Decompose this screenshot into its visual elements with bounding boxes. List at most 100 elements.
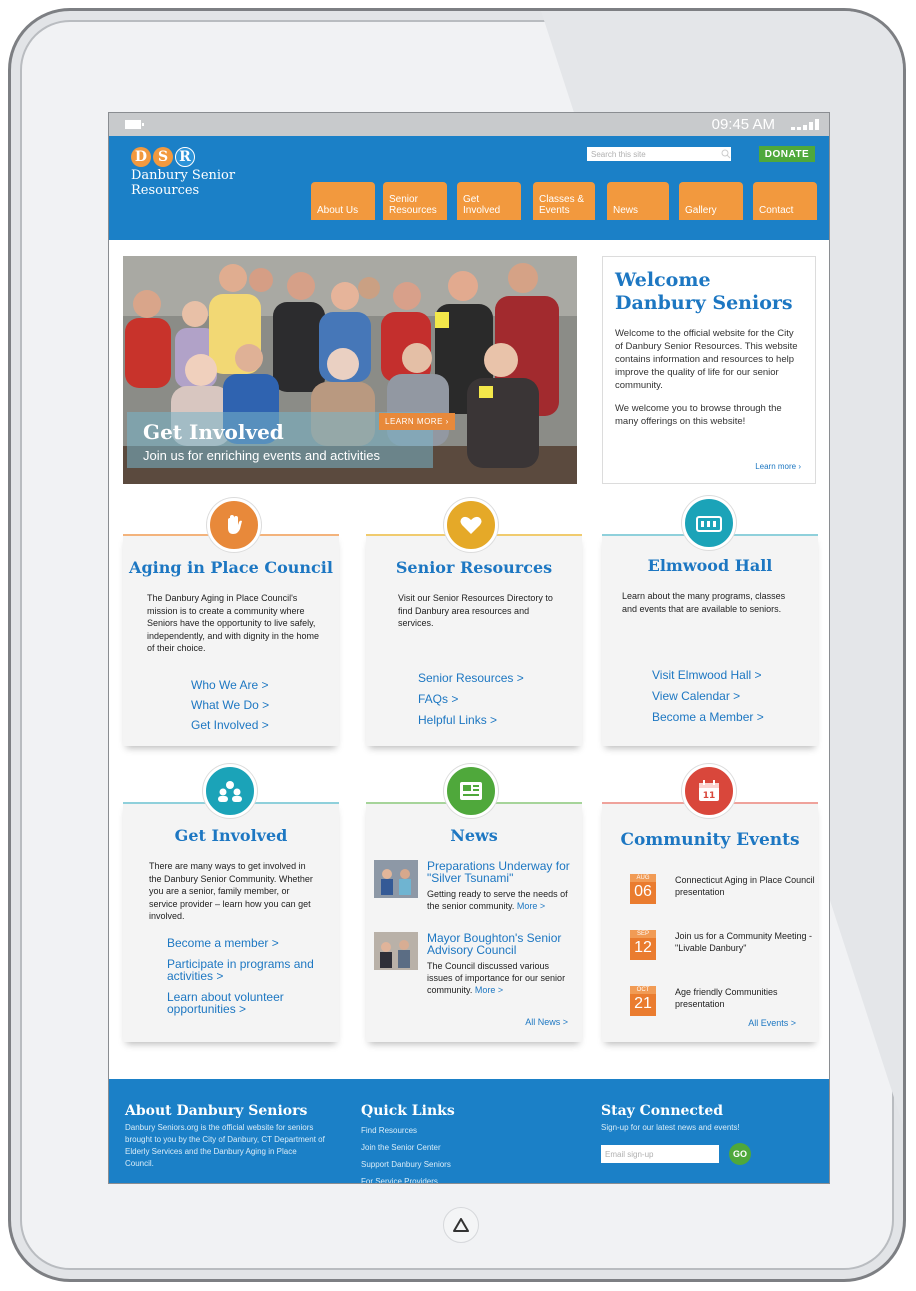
footer-about-title: About Danbury Seniors — [125, 1103, 308, 1119]
building-icon — [682, 496, 736, 550]
footer-about: About Danbury Seniors Danbury Seniors.or… — [125, 1103, 325, 1170]
footer-quick-links: Quick Links Find Resources Join the Seni… — [361, 1103, 511, 1183]
link-all-news[interactable]: All News > — [525, 1017, 568, 1027]
card-resources-body: Visit our Senior Resources Directory to … — [398, 593, 553, 628]
donate-button[interactable]: DONATE — [759, 146, 815, 162]
card-resources-title: Senior Resources — [395, 558, 553, 577]
logo-name-line1: Danbury Senior — [131, 168, 236, 183]
news-item-1[interactable]: Preparations Underway for "Silver Tsunam… — [374, 860, 574, 916]
welcome-paragraph-2: We welcome you to browse through the man… — [615, 403, 782, 427]
footer-about-text: Danbury Seniors.org is the official webs… — [125, 1123, 325, 1168]
event-text-2[interactable]: Join us for a Community Meeting - "Livab… — [675, 930, 815, 954]
footer-stay-connected: Stay Connected Sign-up for our latest ne… — [601, 1103, 801, 1183]
card-elmwood-hall: Elmwood Hall Learn about the many progra… — [602, 496, 818, 746]
card-aging-body: The Danbury Aging in Place Council's mis… — [147, 593, 319, 653]
status-time: 09:45 AM — [711, 116, 775, 133]
footer-link-service-providers[interactable]: For Service Providers — [361, 1173, 511, 1183]
link-all-events[interactable]: All Events > — [748, 1018, 796, 1028]
search-icon[interactable] — [721, 149, 731, 159]
battery-icon — [125, 120, 144, 129]
footer-link-find-resources[interactable]: Find Resources — [361, 1122, 511, 1139]
link-become-a-member[interactable]: Become a member > — [167, 936, 279, 950]
event-day-2: 12 — [634, 939, 652, 956]
footer-stay-title: Stay Connected — [601, 1103, 724, 1119]
heart-icon — [444, 498, 498, 552]
card-senior-resources: Senior Resources Visit our Senior Resour… — [366, 498, 582, 746]
event-text-1[interactable]: Connecticut Aging in Place Council prese… — [675, 874, 815, 898]
footer-stay-text: Sign-up for our latest news and events! — [601, 1123, 740, 1132]
news-thumbnail-1 — [374, 860, 418, 898]
card-aging-title: Aging in Place Council — [129, 558, 333, 577]
site-header: D S R Danbury Senior Resources Search th… — [109, 136, 829, 240]
news-text-1-body: Getting ready to serve the needs of the … — [427, 889, 568, 911]
search-placeholder: Search this site — [591, 149, 646, 159]
link-view-calendar[interactable]: View Calendar > — [652, 689, 740, 703]
link-senior-resources[interactable]: Senior Resources > — [418, 671, 524, 685]
footer-link-join-senior-center[interactable]: Join the Senior Center — [361, 1139, 511, 1156]
card-news: News Preparations Underway for "Silver T… — [366, 764, 582, 1042]
link-participate-programs[interactable]: Participate in programs and activities > — [167, 958, 317, 982]
logo-letter-r: R — [175, 147, 195, 167]
hand-icon — [207, 498, 261, 552]
event-day-3: 21 — [634, 995, 652, 1012]
welcome-learn-more-link[interactable]: Learn more › — [755, 462, 801, 471]
welcome-title: Welcome Danbury Seniors — [615, 269, 793, 314]
card-news-title: News — [450, 826, 498, 845]
link-get-involved-aging[interactable]: Get Involved > — [191, 718, 269, 732]
news-more-2[interactable]: More > — [475, 985, 503, 995]
link-volunteer-opportunities[interactable]: Learn about volunteer opportunities > — [167, 991, 317, 1015]
svg-text:11: 11 — [703, 791, 716, 801]
welcome-box: Welcome Danbury Seniors Welcome to the o… — [602, 256, 816, 484]
hero-subtitle: Join us for enriching events and activit… — [143, 448, 381, 463]
site-logo[interactable]: D S R Danbury Senior Resources — [131, 147, 235, 197]
card-involved-title: Get Involved — [174, 826, 288, 845]
news-more-1[interactable]: More > — [517, 901, 545, 911]
event-date-3: OCT 21 — [630, 986, 656, 1016]
event-month-1: AUG — [630, 874, 656, 882]
footer-quick-title: Quick Links — [361, 1103, 455, 1119]
event-text-3[interactable]: Age friendly Communities presentation — [675, 986, 815, 1010]
hero-title: Get Involved — [143, 420, 284, 444]
event-date-1: AUG 06 — [630, 874, 656, 904]
news-thumbnail-2 — [374, 932, 418, 970]
logo-letter-d: D — [131, 147, 151, 167]
event-day-1: 06 — [634, 883, 652, 900]
site-footer: About Danbury Seniors Danbury Seniors.or… — [109, 1079, 829, 1183]
nav-gallery[interactable]: Gallery — [679, 182, 743, 220]
link-faqs[interactable]: FAQs > — [418, 692, 458, 706]
newspaper-icon — [444, 764, 498, 818]
logo-letter-s: S — [153, 147, 173, 167]
news-title-1[interactable]: Preparations Underway for "Silver Tsunam… — [427, 860, 577, 884]
link-become-a-member-elmwood[interactable]: Become a Member > — [652, 710, 764, 724]
nav-contact[interactable]: Contact — [753, 182, 817, 220]
card-elmwood-title: Elmwood Hall — [647, 556, 773, 575]
hero-banner[interactable]: Get Involved Join us for enriching event… — [123, 256, 577, 484]
card-aging-in-place: Aging in Place Council The Danbury Aging… — [123, 498, 339, 746]
news-item-2[interactable]: Mayor Boughton's Senior Advisory Council… — [374, 932, 574, 998]
home-button[interactable] — [443, 1207, 479, 1243]
nav-about-us[interactable]: About Us — [311, 182, 375, 220]
triangle-icon — [453, 1218, 469, 1232]
event-month-3: OCT — [630, 986, 656, 994]
logo-name-line2: Resources — [131, 183, 200, 198]
nav-classes-events[interactable]: Classes & Events — [533, 182, 595, 220]
news-title-2[interactable]: Mayor Boughton's Senior Advisory Council — [427, 932, 577, 956]
card-get-involved: Get Involved There are many ways to get … — [123, 764, 339, 1042]
link-helpful-links[interactable]: Helpful Links > — [418, 713, 497, 727]
nav-senior-resources[interactable]: Senior Resources — [383, 182, 447, 220]
people-icon — [203, 764, 257, 818]
card-community-events: 11 Community Events AUG 06 Connecticut Ag… — [602, 764, 818, 1042]
nav-news[interactable]: News — [607, 182, 669, 220]
link-what-we-do[interactable]: What We Do > — [191, 698, 269, 712]
link-visit-elmwood-hall[interactable]: Visit Elmwood Hall > — [652, 668, 762, 682]
card-involved-body: There are many ways to get involved in t… — [149, 861, 313, 921]
nav-get-involved[interactable]: Get Involved — [457, 182, 521, 220]
footer-link-support[interactable]: Support Danbury Seniors — [361, 1156, 511, 1173]
hero-learn-more-button[interactable]: LEARN MORE › — [379, 413, 455, 430]
email-signup-input[interactable]: Email sign-up — [601, 1145, 719, 1163]
news-text-2: The Council discussed various issues of … — [427, 960, 577, 996]
event-date-2: SEP 12 — [630, 930, 656, 960]
link-who-we-are[interactable]: Who We Are > — [191, 678, 268, 692]
go-button[interactable]: GO — [729, 1143, 751, 1165]
search-input[interactable]: Search this site — [587, 147, 731, 161]
